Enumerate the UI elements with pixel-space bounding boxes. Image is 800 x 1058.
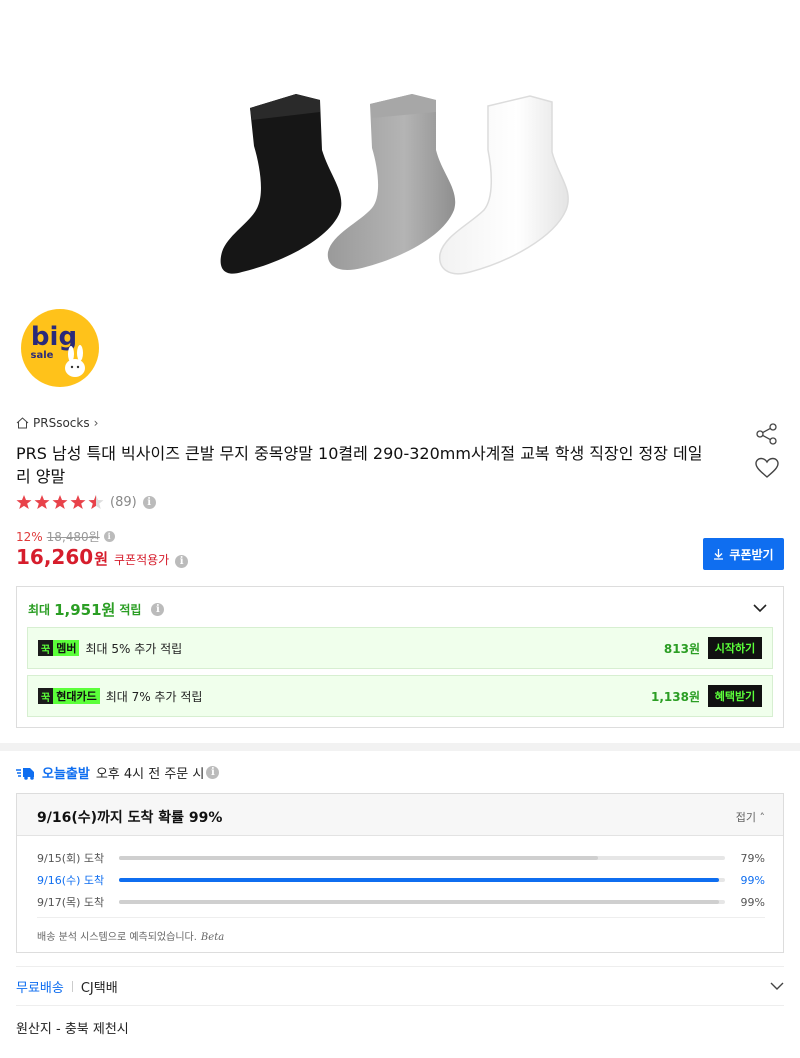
reward-program-name: 멤버	[53, 640, 80, 656]
original-price-row: 12% 18,480원 i	[16, 528, 115, 545]
delivery-estimate-header: 9/16(수)까지 도착 확률 99% 접기 ˄	[17, 794, 783, 836]
coupon-download-button[interactable]: 쿠폰받기	[703, 538, 784, 570]
reward-row-amount: 813원	[663, 641, 700, 656]
home-icon	[16, 417, 29, 429]
probability-fill	[119, 900, 719, 904]
price-unit: 원	[94, 550, 108, 568]
fast-delivery-icon	[16, 767, 34, 780]
prediction-note: 배송 분석 시스템으로 예측되었습니다. Beta	[37, 928, 224, 943]
star-half-icon	[88, 495, 104, 509]
start-button[interactable]: 시작하기	[708, 637, 762, 659]
arrival-row: 9/16(수) 도착 99%	[37, 870, 765, 890]
arrival-percent: 99%	[740, 873, 765, 887]
today-shipping-row: 오늘출발 오후 4시 전 주문 시 i	[16, 763, 220, 782]
arrival-percent: 79%	[740, 851, 765, 865]
review-count[interactable]: (89)	[110, 495, 137, 510]
reward-suffix: 적립	[119, 603, 142, 617]
big-sale-badge: big sale	[21, 309, 99, 387]
reward-row-member: 꾹 멤버 최대 5% 추가 적립 813원 시작하기	[27, 627, 773, 669]
product-title: PRS 남성 특대 빅사이즈 큰발 무지 중목양말 10켤레 290-320mm…	[16, 444, 703, 486]
sale-price-row: 16,260 원 쿠폰적용가 i	[16, 545, 189, 569]
reward-row-hyundai-card: 꾹 현대카드 최대 7% 추가 적립 1,138원 혜택받기	[27, 675, 773, 717]
arrival-probability-title: 9/16(수)까지 도착 확률 99%	[37, 810, 223, 826]
reward-row-amount: 1,138원	[651, 689, 700, 704]
star-full-icon	[34, 495, 50, 509]
free-shipping-label: 무료배송	[16, 980, 64, 996]
brand-link[interactable]: PRSsocks ›	[16, 416, 98, 430]
arrival-percent: 99%	[740, 895, 765, 909]
original-price: 18,480원	[46, 530, 100, 544]
sale-price: 16,260	[16, 545, 94, 569]
card-badge: 꾹 현대카드	[38, 688, 100, 704]
point-logo-icon: 꾹	[38, 688, 54, 704]
gray-sock	[327, 94, 456, 271]
arrival-row: 9/15(회) 도착 79%	[37, 848, 765, 868]
info-icon[interactable]: i	[175, 555, 189, 568]
probability-fill	[119, 878, 719, 882]
probability-bar	[119, 900, 725, 904]
reward-prefix: 최대	[28, 603, 51, 617]
share-icon[interactable]	[754, 421, 780, 447]
fold-button[interactable]: 접기 ˄	[736, 809, 765, 825]
star-full-icon	[52, 495, 68, 509]
arrival-date: 9/17(목) 도착	[37, 896, 105, 909]
today-shipping-label: 오늘출발	[42, 767, 90, 782]
point-logo-icon: 꾹	[38, 640, 54, 656]
delivery-estimate-panel: 9/16(수)까지 도착 확률 99% 접기 ˄ 9/15(회) 도착 79% …	[16, 793, 784, 953]
svg-text:sale: sale	[31, 350, 54, 361]
probability-bar	[119, 878, 725, 882]
origin-info: 원산지 - 충북 제천시	[16, 1022, 129, 1037]
star-full-icon	[70, 495, 86, 509]
divider	[71, 980, 73, 992]
info-icon[interactable]: i	[151, 603, 165, 616]
prediction-note-text: 배송 분석 시스템으로 예측되었습니다.	[37, 932, 197, 943]
arrival-date: 9/16(수) 도착	[37, 874, 105, 887]
shipping-info-row[interactable]: 무료배송 CJ택배	[16, 966, 784, 1006]
chevron-down-icon[interactable]	[753, 603, 767, 613]
arrival-row: 9/17(목) 도착 99%	[37, 892, 765, 912]
chevron-right-icon: ›	[93, 416, 99, 430]
heart-icon[interactable]	[754, 455, 780, 481]
info-icon[interactable]: i	[206, 766, 220, 779]
reward-desc: 최대 5% 추가 적립	[85, 641, 183, 656]
star-rating	[16, 495, 104, 509]
today-shipping-desc: 오후 4시 전 주문 시	[95, 767, 205, 782]
reward-amount: 1,951원	[54, 601, 116, 619]
download-icon	[714, 549, 724, 560]
coupon-button-label: 쿠폰받기	[729, 547, 774, 562]
probability-bar	[119, 856, 725, 860]
star-full-icon	[16, 495, 32, 509]
chevron-up-icon: ˄	[756, 811, 765, 824]
coupon-price-tag: 쿠폰적용가	[114, 553, 170, 567]
black-sock	[220, 94, 342, 274]
info-icon[interactable]: i	[142, 495, 156, 509]
product-image	[220, 94, 569, 275]
brand-name: PRSsocks	[33, 416, 90, 430]
arrival-date: 9/15(회) 도착	[37, 852, 105, 865]
member-badge: 꾹 멤버	[38, 640, 80, 656]
probability-fill	[119, 856, 598, 860]
carrier-name: CJ택배	[80, 980, 118, 996]
reward-panel: 최대 1,951원 적립 i 꾹 멤버 최대 5% 추가 적립 813원 시작하…	[16, 586, 784, 728]
chevron-down-icon[interactable]	[770, 981, 784, 991]
white-sock	[439, 95, 569, 275]
reward-desc: 최대 7% 추가 적립	[105, 689, 203, 704]
get-benefit-button[interactable]: 혜택받기	[708, 685, 762, 707]
discount-percent: 12%	[16, 529, 43, 544]
info-icon[interactable]: i	[103, 531, 115, 542]
beta-label: Beta	[200, 932, 225, 943]
reward-program-name: 현대카드	[53, 688, 100, 704]
section-divider	[0, 743, 800, 751]
reward-summary[interactable]: 최대 1,951원 적립 i	[28, 599, 165, 620]
divider	[37, 917, 765, 918]
rating-row[interactable]: (89) i	[16, 494, 156, 510]
